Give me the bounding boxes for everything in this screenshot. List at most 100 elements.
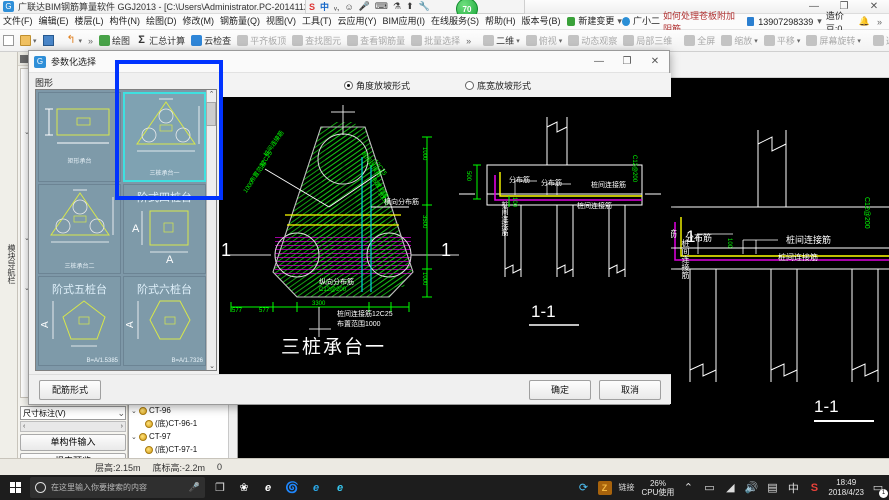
- shape-item-penta-cap[interactable]: 阶式五桩台 A B=A/1.5385: [38, 276, 121, 366]
- tree-row-ct96-1[interactable]: (底)CT-96-1: [129, 417, 237, 430]
- rebar-form-button[interactable]: 配筋形式: [39, 379, 101, 400]
- ime-icon[interactable]: 中: [786, 481, 800, 495]
- tree-row-ct97[interactable]: ⌄ CT-97: [129, 430, 237, 443]
- menu-edit[interactable]: 编辑(E): [36, 14, 72, 29]
- radio-icon-selected[interactable]: [344, 80, 353, 90]
- scroll-right-icon[interactable]: ›: [121, 423, 123, 430]
- shape-preview-pane[interactable]: 桩间连接筋 12C25 布置范围 1000 桩间连接筋 12C25 布置范围 1…: [219, 97, 671, 376]
- scroll-up-icon[interactable]: ⌃: [207, 90, 216, 100]
- toolbox-icon[interactable]: ⚗: [393, 1, 401, 12]
- snipaste-tray-icon[interactable]: S: [807, 481, 821, 495]
- ime-floating-toolbar[interactable]: S 中 ᵥ, ☺ 🎤 ⌨ ⚗ ⬆ 🔧: [305, 0, 525, 14]
- cloud-check-button[interactable]: 云检查: [188, 33, 234, 48]
- spiral-icon[interactable]: 🌀: [285, 481, 299, 495]
- shape-list-pane[interactable]: 矩形承台 三桩承台一 三桩承台二 阶式四桩台 A A 阶式五桩台 A B=A/1…: [35, 89, 217, 371]
- expand-all-icon[interactable]: [20, 54, 28, 63]
- summary-calc-button[interactable]: Σ 汇总计算: [133, 33, 188, 48]
- chevron-down-icon[interactable]: ⌄: [117, 408, 125, 419]
- chevron-down-icon[interactable]: ⌄: [131, 407, 137, 415]
- shape-item-rect-cap[interactable]: 矩形承台: [38, 92, 121, 182]
- ie-icon[interactable]: e: [261, 481, 275, 495]
- dialog-maximize-button[interactable]: ❐: [613, 51, 641, 73]
- ok-button[interactable]: 确定: [529, 379, 591, 400]
- two-d-chevron-down-icon[interactable]: ▾: [516, 37, 520, 45]
- parametric-selection-dialog[interactable]: G 参数化选择 — ❐ ✕ 图形 矩形承台 三桩承台一 三桩承台二 阶式四桩台 …: [28, 50, 671, 405]
- menu-online-service[interactable]: 在线服务(S): [428, 14, 482, 29]
- taskbar-search-box[interactable]: 在这里输入你要搜索的内容 🎤: [30, 477, 205, 498]
- dialog-minimize-button[interactable]: —: [585, 51, 613, 73]
- menu-tools[interactable]: 工具(T): [299, 14, 335, 29]
- open-file-button[interactable]: ▾: [17, 34, 40, 47]
- rotate-chevron-down-icon[interactable]: ▾: [857, 37, 861, 45]
- mic-icon[interactable]: 🎤: [189, 482, 200, 493]
- left-panel-hscrollbar[interactable]: ‹ ›: [20, 421, 126, 432]
- zoom-button[interactable]: 缩放 ▾: [718, 33, 761, 48]
- menu-view[interactable]: 视图(V): [263, 14, 299, 29]
- menu-rebar-quantity[interactable]: 钢筋量(Q): [217, 14, 263, 29]
- ggj-app-icon[interactable]: Z: [597, 480, 612, 495]
- fullscreen-button[interactable]: 全屏: [681, 33, 718, 48]
- mic-icon[interactable]: 🎤: [359, 1, 370, 12]
- zoom-chevron-down-icon[interactable]: ▾: [754, 37, 758, 45]
- upload-icon[interactable]: ⬆: [406, 1, 414, 12]
- menu-cloud-app[interactable]: 云应用(Y): [335, 14, 380, 29]
- draw-button[interactable]: 绘图: [96, 33, 133, 48]
- single-component-input-button[interactable]: 单构件输入: [20, 434, 126, 451]
- find-element-button[interactable]: 查找图元: [289, 33, 344, 48]
- dialog-window-controls[interactable]: — ❐ ✕: [585, 51, 669, 73]
- start-button[interactable]: [0, 475, 30, 500]
- settings-icon[interactable]: 🔧: [418, 1, 429, 12]
- toolbar-overflow2-icon[interactable]: »: [463, 36, 474, 46]
- dialog-close-button[interactable]: ✕: [641, 51, 669, 73]
- account-chevron-down-icon[interactable]: ▾: [817, 16, 822, 27]
- notification-center-icon[interactable]: ▭ 1: [871, 481, 888, 498]
- pinyin-icon[interactable]: ᵥ,: [334, 2, 339, 12]
- snipaste-icon[interactable]: S: [309, 2, 315, 12]
- orbit-button[interactable]: 动态观察: [565, 33, 620, 48]
- shape-item-hexa-cap[interactable]: 阶式六桩台 A B=A/1.7326: [123, 276, 206, 366]
- keyboard-icon[interactable]: ⌨: [375, 1, 388, 12]
- new-file-button[interactable]: [0, 34, 17, 47]
- pan-chevron-down-icon[interactable]: ▾: [797, 37, 801, 45]
- module-navigation-bar[interactable]: 模块导航栏: [0, 52, 18, 472]
- wifi-icon[interactable]: ◢: [723, 481, 737, 495]
- scroll-left-icon[interactable]: ‹: [23, 423, 25, 430]
- shape-item-tri-cap-2[interactable]: 三桩承台二: [38, 184, 121, 274]
- bell-icon[interactable]: 🔔: [859, 16, 870, 27]
- menu-floor[interactable]: 楼层(L): [72, 14, 107, 29]
- edge2-icon[interactable]: e: [333, 481, 347, 495]
- tree-row-ct96[interactable]: ⌄ CT-96: [129, 404, 237, 417]
- two-d-button[interactable]: 二维 ▾: [480, 33, 523, 48]
- volume-icon[interactable]: 🔊: [744, 481, 759, 495]
- view-rebar-button[interactable]: 查看钢筋量: [344, 33, 408, 48]
- cancel-button[interactable]: 取消: [599, 379, 661, 400]
- task-view-icon[interactable]: ❐: [213, 481, 227, 495]
- save-button[interactable]: [40, 34, 57, 47]
- undo-chevron-down-icon[interactable]: ▾: [79, 37, 83, 45]
- menu-bim-app[interactable]: BIM应用(I): [380, 14, 429, 29]
- top-view-button[interactable]: 俯视 ▾: [523, 33, 566, 48]
- tree-row-ct97-1[interactable]: (底)CT-97-1: [129, 443, 237, 456]
- emoji-icon[interactable]: ☺: [344, 2, 353, 12]
- toolbar-overflow-icon[interactable]: »: [85, 36, 96, 46]
- scrollbar-thumb[interactable]: [206, 102, 216, 126]
- chevron-up-icon[interactable]: ⌃: [681, 481, 695, 495]
- network-label[interactable]: 链接: [619, 482, 635, 493]
- shape-item-square-cap[interactable]: 阶式四桩台 A A: [123, 184, 206, 274]
- batch-select-button[interactable]: 批量选择: [408, 33, 463, 48]
- menu-file[interactable]: 文件(F): [0, 14, 36, 29]
- keyboard-icon[interactable]: ▤: [765, 481, 779, 495]
- edge-icon[interactable]: e: [309, 481, 323, 495]
- shape-item-tri-cap-1[interactable]: 三桩承台一: [123, 92, 206, 182]
- radio-angle-slope[interactable]: 角度放坡形式: [344, 79, 410, 92]
- select-floor-button[interactable]: 选择楼层: [870, 33, 889, 48]
- taskbar-clock[interactable]: 18:49 2018/4/23: [828, 478, 864, 498]
- menu-help[interactable]: 帮助(H): [482, 14, 519, 29]
- menu-modify[interactable]: 修改(M): [180, 14, 218, 29]
- menu-version[interactable]: 版本号(B): [519, 14, 564, 29]
- pan-button[interactable]: 平移 ▾: [761, 33, 804, 48]
- rotate-screen-button[interactable]: 屏幕旋转 ▾: [803, 33, 864, 48]
- local-3d-button[interactable]: 局部三维: [620, 33, 675, 48]
- dimension-annotation-combobox[interactable]: 尺寸标注(V) ⌄: [20, 406, 126, 420]
- radio-width-slope[interactable]: 底宽放坡形式: [465, 79, 531, 92]
